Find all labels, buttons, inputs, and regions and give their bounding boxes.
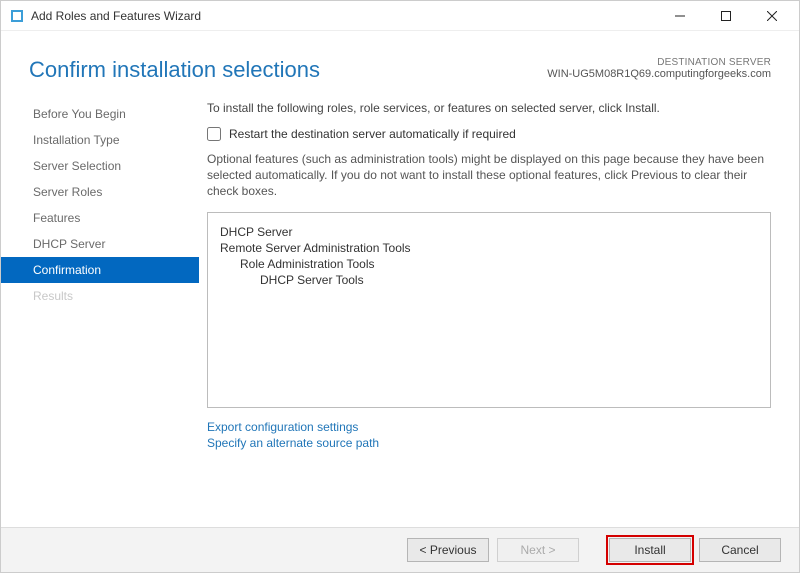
wizard-header: Confirm installation selections DESTINAT…: [1, 31, 799, 101]
step-before-you-begin[interactable]: Before You Begin: [1, 101, 199, 127]
step-server-selection[interactable]: Server Selection: [1, 153, 199, 179]
install-button[interactable]: Install: [609, 538, 691, 562]
step-installation-type[interactable]: Installation Type: [1, 127, 199, 153]
selections-list: DHCP Server Remote Server Administration…: [207, 212, 771, 408]
selection-item: DHCP Server: [220, 225, 758, 239]
destination-label: DESTINATION SERVER: [547, 57, 771, 68]
previous-button[interactable]: < Previous: [407, 538, 489, 562]
next-button: Next >: [497, 538, 579, 562]
step-confirmation[interactable]: Confirmation: [1, 257, 199, 283]
cancel-button[interactable]: Cancel: [699, 538, 781, 562]
restart-option-row: Restart the destination server automatic…: [207, 127, 771, 141]
window-title: Add Roles and Features Wizard: [31, 9, 657, 23]
page-title: Confirm installation selections: [29, 57, 320, 83]
restart-checkbox[interactable]: [207, 127, 221, 141]
export-config-link[interactable]: Export configuration settings: [207, 420, 771, 434]
alternate-source-link[interactable]: Specify an alternate source path: [207, 436, 771, 450]
window-controls: [657, 1, 795, 31]
destination-server-block: DESTINATION SERVER WIN-UG5M08R1Q69.compu…: [547, 57, 771, 80]
minimize-button[interactable]: [657, 1, 703, 31]
selection-item: DHCP Server Tools: [260, 273, 758, 287]
selection-item: Role Administration Tools: [240, 257, 758, 271]
instruction-text: To install the following roles, role ser…: [207, 101, 771, 115]
step-features[interactable]: Features: [1, 205, 199, 231]
config-links: Export configuration settings Specify an…: [207, 420, 771, 452]
wizard-steps-sidebar: Before You Begin Installation Type Serve…: [1, 101, 199, 527]
step-server-roles[interactable]: Server Roles: [1, 179, 199, 205]
maximize-button[interactable]: [703, 1, 749, 31]
wizard-body: Before You Begin Installation Type Serve…: [1, 101, 799, 527]
wizard-content: To install the following roles, role ser…: [199, 101, 799, 527]
step-results: Results: [1, 283, 199, 309]
selection-item: Remote Server Administration Tools: [220, 241, 758, 255]
close-button[interactable]: [749, 1, 795, 31]
button-gap: [587, 538, 601, 562]
step-dhcp-server[interactable]: DHCP Server: [1, 231, 199, 257]
wizard-footer: < Previous Next > Install Cancel: [1, 527, 799, 572]
app-icon: [9, 8, 25, 24]
optional-features-note: Optional features (such as administratio…: [207, 151, 771, 200]
destination-value: WIN-UG5M08R1Q69.computingforgeeks.com: [547, 68, 771, 80]
titlebar: Add Roles and Features Wizard: [1, 1, 799, 31]
restart-checkbox-label: Restart the destination server automatic…: [229, 127, 516, 141]
